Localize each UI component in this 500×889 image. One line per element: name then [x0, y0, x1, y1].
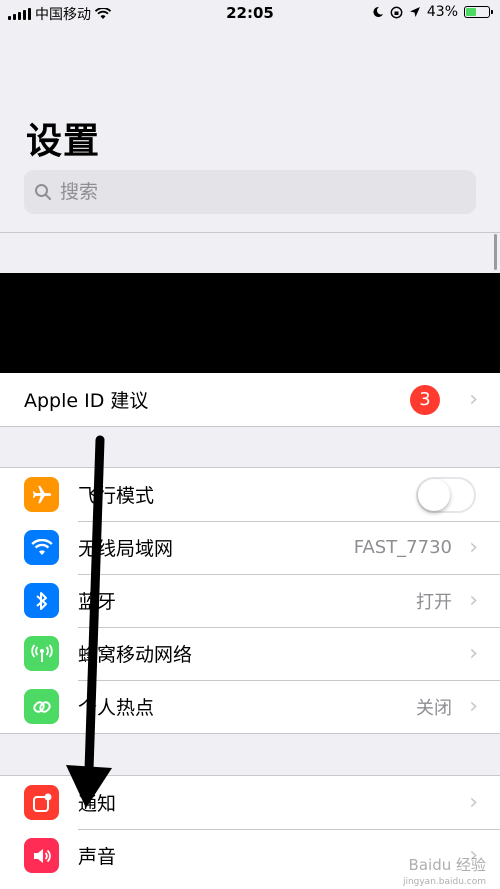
watermark-url: jingyan.baidu.com	[402, 877, 486, 887]
watermark-logo: Baidu 经验	[408, 856, 486, 874]
arrow-down-annotation	[66, 435, 112, 808]
